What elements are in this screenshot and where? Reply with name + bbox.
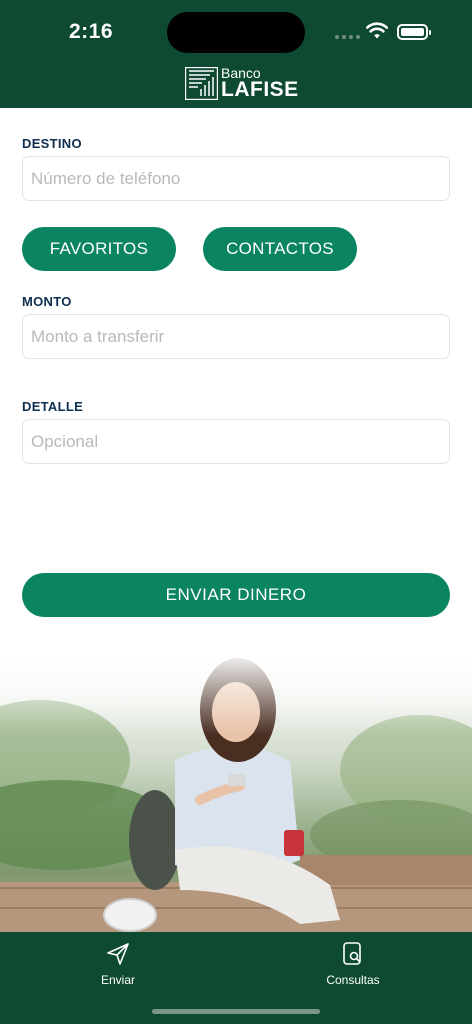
detail-input[interactable] [22,419,450,464]
status-time: 2:16 [69,20,114,43]
phone-number-input[interactable] [22,156,450,201]
contactos-button[interactable]: CONTACTOS [203,227,357,271]
send-money-button[interactable]: ENVIAR DINERO [22,573,450,617]
document-search-icon [343,942,361,965]
dynamic-island [167,12,305,53]
bank-logo: Banco LAFISE [185,66,299,100]
send-icon [107,943,129,965]
promo-photo [0,650,472,934]
detalle-label: DETALLE [22,399,84,414]
woman-with-phone-illustration [0,650,472,934]
battery-icon [397,24,431,40]
home-indicator[interactable] [152,1009,320,1014]
tab-consultas[interactable]: Consultas [293,932,413,996]
tab-consultas-label: Consultas [326,973,380,987]
logo-text-lafise: LAFISE [221,78,299,101]
amount-input[interactable] [22,314,450,359]
tab-enviar-label: Enviar [100,973,135,987]
cellular-signal-icon [335,35,360,39]
monto-label: MONTO [22,294,72,309]
destino-label: DESTINO [22,136,82,151]
wifi-icon [366,22,388,39]
app-header: 2:16 Banco LAFISE [0,0,472,108]
favoritos-button[interactable]: FAVORITOS [22,227,176,271]
lafise-logo-icon [185,66,218,100]
tab-enviar[interactable]: Enviar [58,932,178,996]
